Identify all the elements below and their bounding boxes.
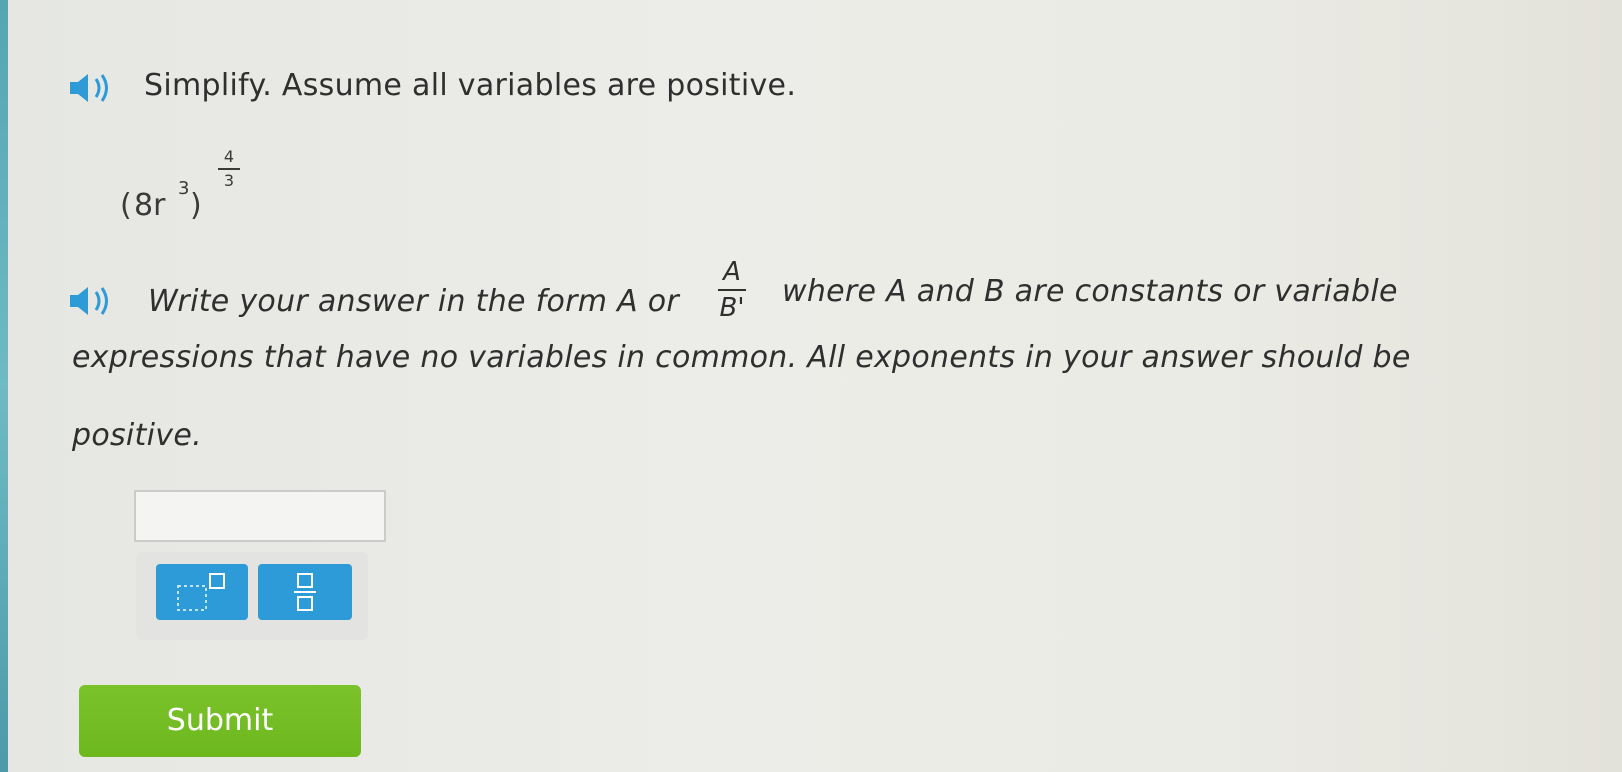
outer-exponent-numerator: 4 <box>223 147 235 166</box>
speaker-icon[interactable] <box>66 283 122 319</box>
fraction-denominator: B' <box>719 293 745 323</box>
exponent-button[interactable] <box>156 564 248 620</box>
fraction-numerator: A <box>723 257 741 287</box>
instruction-fraction: A B' <box>714 258 750 322</box>
question-line-1: Simplify. Assume all variables are posit… <box>144 68 797 103</box>
fraction-button[interactable] <box>258 564 352 620</box>
instruction-line-3: positive. <box>72 418 202 453</box>
answer-input[interactable] <box>134 490 386 542</box>
math-expression: ( 8r 3 ) 4 3 <box>120 148 320 238</box>
fraction-template-icon <box>294 573 316 611</box>
page-left-edge <box>0 0 8 772</box>
outer-exponent-fraction: 4 3 <box>216 148 242 190</box>
fraction-bar <box>218 168 240 170</box>
instruction-part-1: Write your answer in the form A or <box>148 284 680 319</box>
submit-button[interactable]: Submit <box>79 685 361 757</box>
close-paren: ) <box>190 188 202 223</box>
fraction-bar <box>718 289 746 291</box>
open-paren: ( <box>120 188 132 223</box>
instruction-part-2: where A and B are constants or variable <box>782 274 1398 309</box>
inner-exponent: 3 <box>178 178 190 199</box>
expression-base: 8r <box>134 188 166 223</box>
speaker-icon[interactable] <box>66 70 122 106</box>
outer-exponent-denominator: 3 <box>223 171 235 190</box>
exponent-template-icon <box>177 573 225 611</box>
instruction-line-2: expressions that have no variables in co… <box>72 340 1411 375</box>
